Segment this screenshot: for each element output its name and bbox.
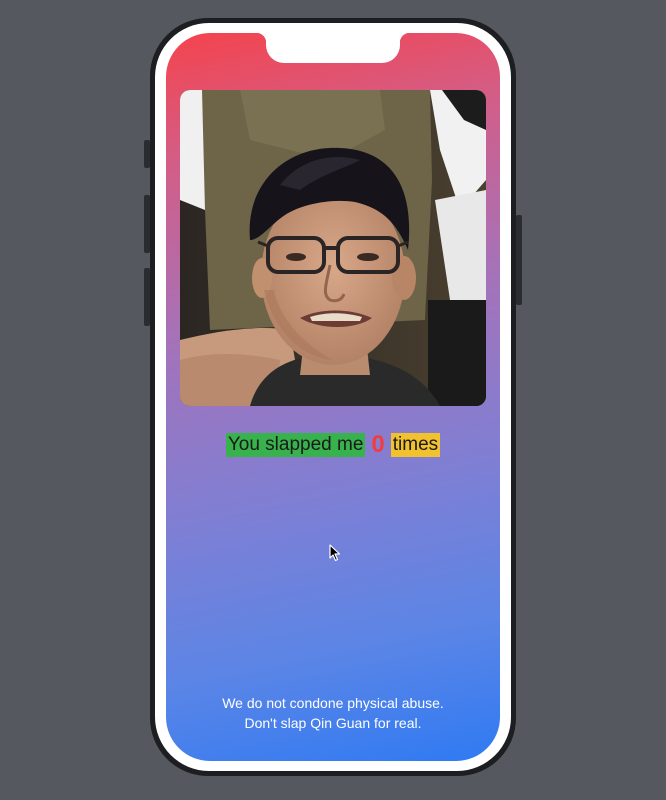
phone-power-button — [516, 215, 522, 305]
mouse-pointer-icon — [329, 544, 341, 567]
slap-count-value: 0 — [371, 431, 385, 458]
slap-target-photo[interactable] — [180, 90, 486, 406]
disclaimer-line-1: We do not condone physical abuse. — [222, 695, 444, 711]
counter-suffix-label: times — [390, 433, 441, 457]
slap-counter: You slapped me 0 times — [166, 433, 500, 457]
face-photo-image — [180, 90, 486, 406]
desktop-background: You slapped me 0 times We do not condone p… — [0, 0, 666, 800]
disclaimer-line-2: Don't slap Qin Guan for real. — [244, 715, 422, 731]
disclaimer-text: We do not condone physical abuse. Don't … — [166, 693, 500, 733]
counter-prefix-label: You slapped me — [225, 433, 366, 457]
phone-screen: You slapped me 0 times We do not condone p… — [166, 33, 500, 761]
phone-notch — [256, 33, 410, 63]
